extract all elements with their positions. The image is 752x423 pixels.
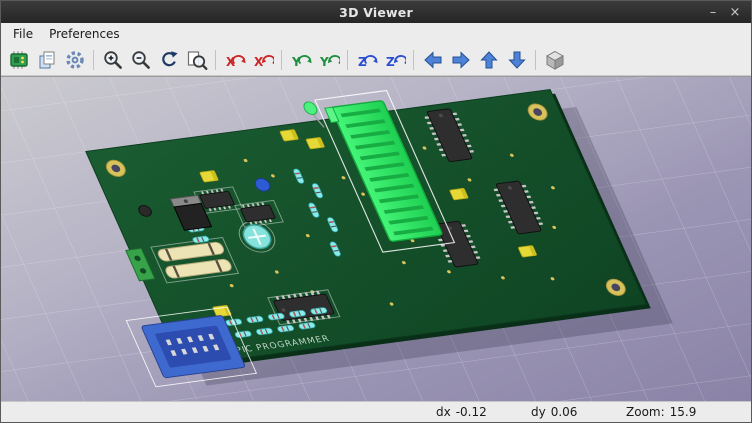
copy-image-button[interactable] bbox=[33, 46, 60, 73]
viewport-3d[interactable]: PIC PROGRAMMER bbox=[1, 76, 751, 401]
toolbar-separator bbox=[347, 50, 348, 70]
move-right-button[interactable] bbox=[447, 46, 474, 73]
svg-text:Y: Y bbox=[319, 55, 329, 69]
status-dy: dy 0.06 bbox=[531, 405, 626, 419]
minimize-button[interactable]: – bbox=[705, 4, 721, 20]
zoom-in-button[interactable] bbox=[99, 46, 126, 73]
dx-value: -0.12 bbox=[456, 405, 487, 419]
rotate-x-cw-button[interactable]: X bbox=[221, 46, 248, 73]
title-bar[interactable]: 3D Viewer – × bbox=[1, 1, 751, 23]
close-button[interactable]: × bbox=[727, 4, 743, 20]
zoom-out-button[interactable] bbox=[127, 46, 154, 73]
rotate-z-cw-icon: Z bbox=[356, 49, 378, 71]
rotate-y-cw-icon: Y bbox=[290, 49, 312, 71]
board-icon bbox=[8, 49, 30, 71]
zoom-value: 15.9 bbox=[670, 405, 697, 419]
dy-label: dy bbox=[531, 405, 546, 419]
rotate-y-cw-button[interactable]: Y bbox=[287, 46, 314, 73]
window-controls: – × bbox=[705, 4, 751, 20]
dx-label: dx bbox=[436, 405, 451, 419]
status-bar: dx -0.12 dy 0.06 Zoom: 15.9 bbox=[1, 401, 751, 422]
dy-value: 0.06 bbox=[551, 405, 578, 419]
toolbar-separator bbox=[535, 50, 536, 70]
toolbar-separator bbox=[215, 50, 216, 70]
tool-bar: X X Y Y bbox=[1, 44, 751, 76]
menu-preferences[interactable]: Preferences bbox=[41, 25, 128, 43]
redraw-icon bbox=[158, 49, 180, 71]
move-down-button[interactable] bbox=[503, 46, 530, 73]
move-left-button[interactable] bbox=[419, 46, 446, 73]
rotate-z-ccw-icon: Z bbox=[384, 49, 406, 71]
arrow-down-icon bbox=[506, 49, 528, 71]
zoom-label: Zoom: bbox=[626, 405, 665, 419]
pcb-3d-render: PIC PROGRAMMER bbox=[1, 77, 751, 401]
rotate-x-ccw-icon: X bbox=[252, 49, 274, 71]
cube-icon bbox=[544, 49, 566, 71]
menu-bar: File Preferences bbox=[1, 23, 751, 44]
toolbar-separator bbox=[281, 50, 282, 70]
rotate-z-cw-button[interactable]: Z bbox=[353, 46, 380, 73]
rotate-x-cw-icon: X bbox=[224, 49, 246, 71]
status-dx: dx -0.12 bbox=[436, 405, 531, 419]
toolbar-separator bbox=[93, 50, 94, 70]
gear-icon bbox=[64, 49, 86, 71]
rotate-y-ccw-button[interactable]: Y bbox=[315, 46, 342, 73]
menu-file[interactable]: File bbox=[5, 25, 41, 43]
orthographic-view-button[interactable] bbox=[541, 46, 568, 73]
rotate-y-ccw-icon: Y bbox=[318, 49, 340, 71]
copy-icon bbox=[36, 49, 58, 71]
redraw-button[interactable] bbox=[155, 46, 182, 73]
render-options-button[interactable] bbox=[61, 46, 88, 73]
svg-text:Z: Z bbox=[386, 55, 395, 69]
zoom-fit-button[interactable] bbox=[183, 46, 210, 73]
zoom-out-icon bbox=[130, 49, 152, 71]
zoom-in-icon bbox=[102, 49, 124, 71]
toolbar-separator bbox=[413, 50, 414, 70]
rotate-x-ccw-button[interactable]: X bbox=[249, 46, 276, 73]
rotate-z-ccw-button[interactable]: Z bbox=[381, 46, 408, 73]
arrow-up-icon bbox=[478, 49, 500, 71]
zoom-fit-icon bbox=[186, 49, 208, 71]
3d-viewer-window: 3D Viewer – × File Preferences bbox=[0, 0, 752, 423]
move-up-button[interactable] bbox=[475, 46, 502, 73]
window-title: 3D Viewer bbox=[1, 5, 751, 20]
status-zoom: Zoom: 15.9 bbox=[626, 405, 721, 419]
arrow-left-icon bbox=[422, 49, 444, 71]
arrow-right-icon bbox=[450, 49, 472, 71]
reload-board-button[interactable] bbox=[5, 46, 32, 73]
